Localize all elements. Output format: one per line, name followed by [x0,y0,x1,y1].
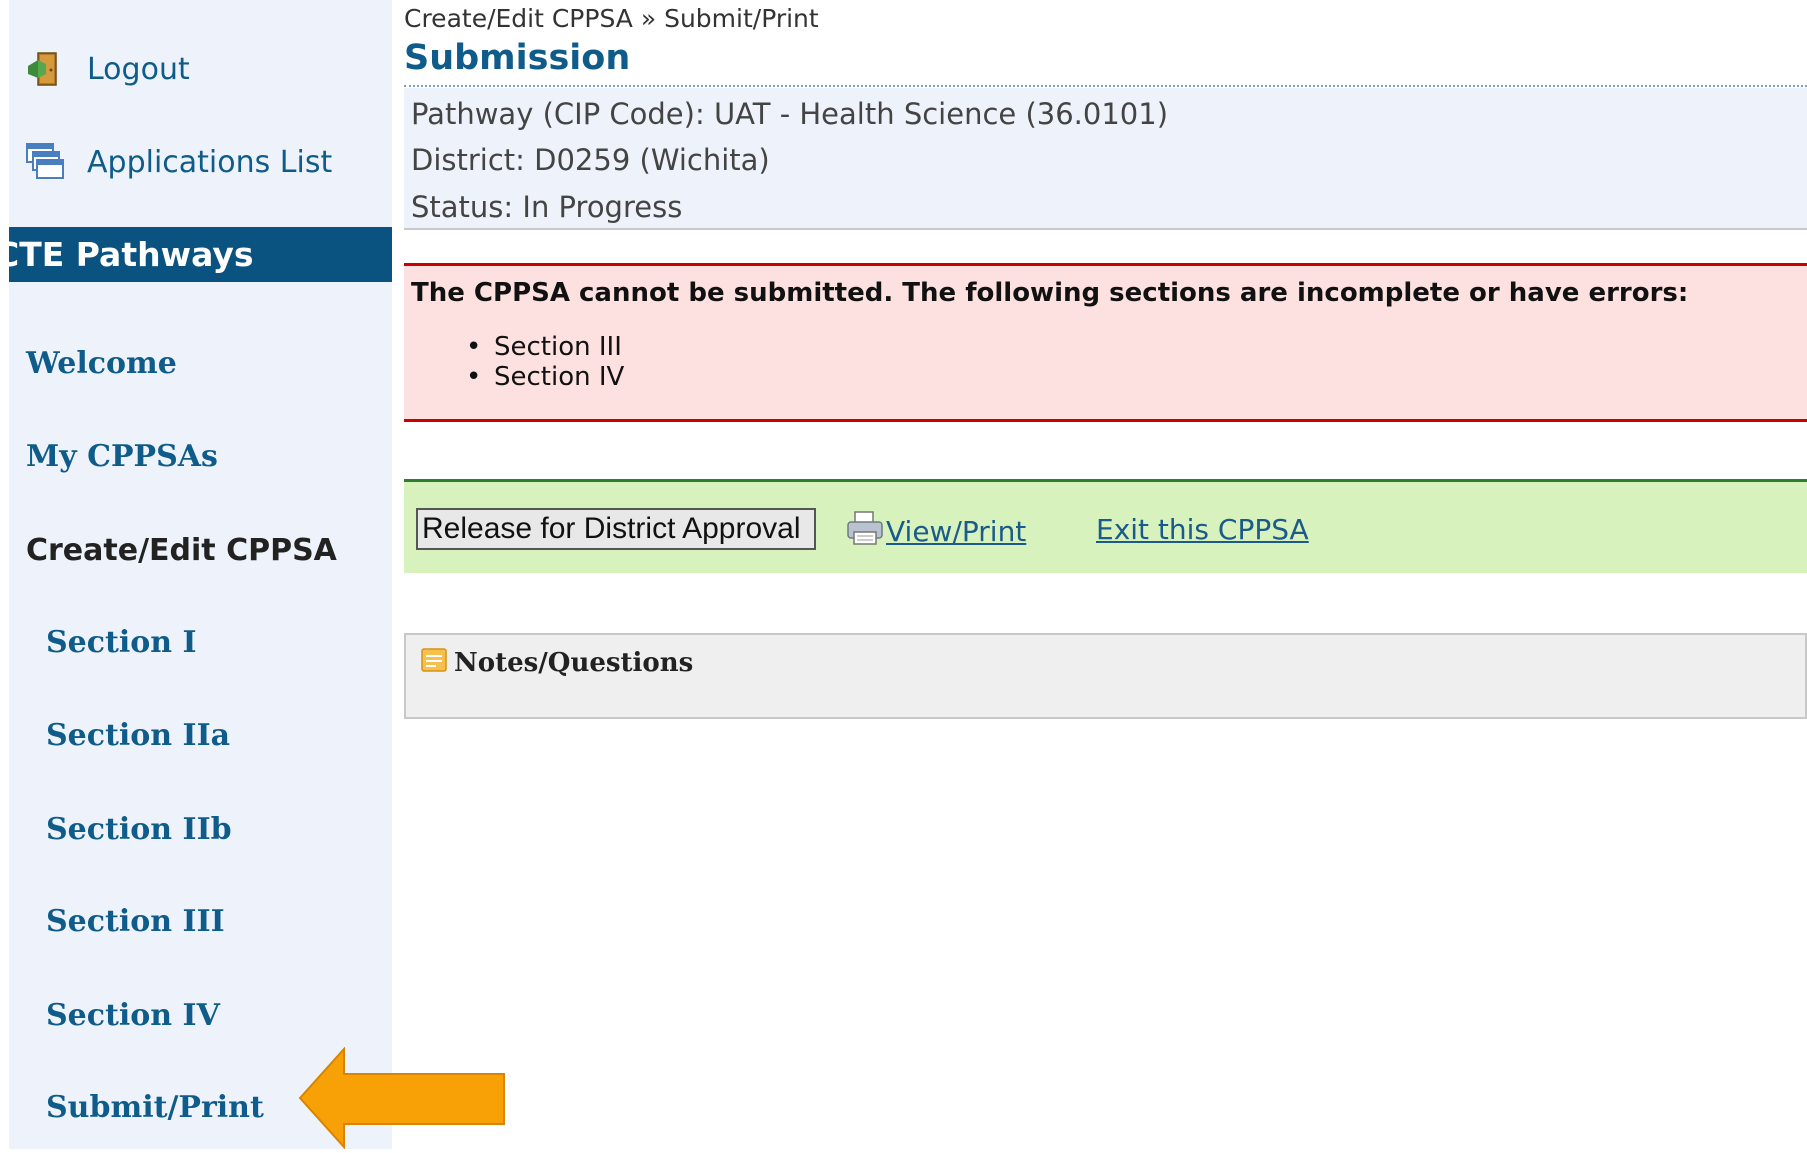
applications-list-label: Applications List [87,144,333,180]
logout-door-icon [25,49,65,89]
notes-panel: Notes/Questions [404,633,1807,719]
status-info: Status: In Progress [411,190,683,224]
logout-link[interactable]: Logout [25,44,190,94]
title-divider [404,85,1807,87]
sidebar-item-section-2b[interactable]: Section IIb [46,812,232,847]
sidebar-section-header: CTE Pathways [9,227,392,282]
note-icon [420,645,448,680]
list-item: • Section IV [466,362,625,392]
sidebar-item-section-4[interactable]: Section IV [46,998,220,1033]
error-panel: The CPPSA cannot be submitted. The follo… [404,263,1807,422]
notes-title: Notes/Questions [454,647,694,678]
view-print-label: View/Print [886,515,1027,548]
sidebar: Logout Applications List CTE Pathways We… [9,0,392,1149]
sidebar-item-my-cppsas[interactable]: My CPPSAs [26,439,218,474]
error-list: • Section III • Section IV [466,332,624,392]
notes-toggle[interactable]: Notes/Questions [420,645,693,680]
error-message: The CPPSA cannot be submitted. The follo… [411,278,1689,308]
exit-cppsa-link[interactable]: Exit this CPPSA [1096,513,1309,546]
applications-list-link[interactable]: Applications List [25,137,332,187]
sidebar-item-submit-print[interactable]: Submit/Print [46,1090,264,1125]
release-for-district-approval-button[interactable]: Release for District Approval [416,508,816,550]
sidebar-item-section-3[interactable]: Section III [46,904,225,939]
sidebar-item-create-edit: Create/Edit CPPSA [26,533,337,568]
sidebar-item-section-1[interactable]: Section I [46,625,197,660]
info-panel: Pathway (CIP Code): UAT - Health Science… [404,88,1807,230]
printer-icon [846,510,884,553]
pointer-arrow-icon [296,1046,506,1153]
district-info: District: D0259 (Wichita) [411,143,770,177]
sidebar-item-section-2a[interactable]: Section IIa [46,718,230,753]
logout-label: Logout [87,51,190,87]
view-print-link[interactable]: View/Print [846,510,1026,553]
pathway-info: Pathway (CIP Code): UAT - Health Science… [411,97,1169,131]
action-panel: Release for District Approval View/Print… [404,479,1807,573]
applications-list-icon [25,142,65,182]
page-title: Submission [404,38,631,78]
breadcrumb: Create/Edit CPPSA » Submit/Print [404,4,819,33]
sidebar-item-welcome[interactable]: Welcome [26,346,177,381]
list-item: • Section III [466,332,622,362]
